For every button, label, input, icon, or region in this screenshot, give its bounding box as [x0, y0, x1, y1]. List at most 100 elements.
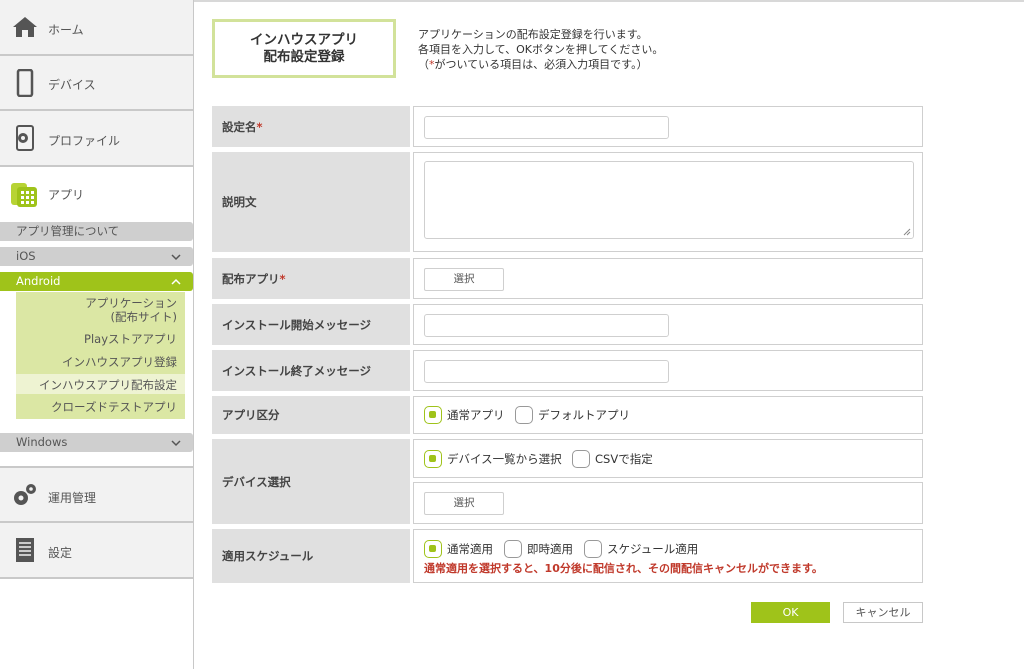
device-select-label: デバイス選択	[212, 439, 410, 524]
device-from-list-option[interactable]: デバイス一覧から選択	[424, 450, 562, 468]
sidebar-item-label: 運用管理	[48, 491, 97, 505]
submenu-item-inhouse-register[interactable]: インハウスアプリ登録	[62, 355, 177, 369]
sidebar-item-home[interactable]: ホーム	[0, 0, 193, 56]
page-title-line1: インハウスアプリ	[250, 31, 358, 48]
setting-name-label: 設定名 *	[212, 106, 410, 147]
android-submenu: アプリケーション (配布サイト) Playストアアプリ インハウスアプリ登録 イ…	[16, 292, 185, 419]
sidebar-item-app[interactable]: アプリ	[0, 167, 193, 220]
submenu-item-closed-test[interactable]: クローズドテストアプリ	[51, 400, 177, 414]
sidebar-item-label: ホーム	[48, 23, 84, 37]
option-label: スケジュール適用	[607, 542, 699, 556]
page-title-line2: 配布設定登録	[263, 48, 345, 65]
chevron-down-icon	[171, 440, 181, 447]
sidebar-item-label: アプリ	[48, 188, 85, 202]
row-device-select: デバイス選択 デバイス一覧から選択 CSVで指定 選択	[212, 439, 923, 524]
checkbox-unchecked[interactable]	[515, 406, 533, 424]
app-type-label: アプリ区分	[212, 396, 410, 434]
chevron-up-icon	[171, 278, 181, 285]
app-type-default-option[interactable]: デフォルトアプリ	[515, 406, 630, 424]
install-end-input[interactable]	[424, 360, 669, 383]
label-text: 配布アプリ	[222, 271, 280, 286]
label-text: デバイス選択	[222, 474, 291, 489]
dist-app-label: 配布アプリ *	[212, 258, 410, 299]
sidebar-about-link[interactable]: アプリ管理について	[0, 222, 193, 241]
profile-gear-icon	[12, 125, 38, 151]
schedule-normal-option[interactable]: 通常適用	[424, 540, 493, 558]
app-type-normal-option[interactable]: 通常アプリ	[424, 406, 505, 424]
checkbox-unchecked[interactable]	[584, 540, 602, 558]
sidebar-item-profile[interactable]: プロファイル	[0, 111, 193, 167]
device-csv-option[interactable]: CSVで指定	[572, 450, 653, 468]
schedule-scheduled-option[interactable]: スケジュール適用	[584, 540, 698, 558]
checkbox-unchecked[interactable]	[504, 540, 522, 558]
checkbox-checked[interactable]	[424, 540, 442, 558]
setting-name-cell	[413, 106, 923, 147]
row-description: 説明文	[212, 152, 923, 252]
description-note: がついている項目は、必須入力項目です。）	[434, 58, 648, 71]
label-text: 設定名	[222, 119, 257, 134]
install-end-cell	[413, 350, 923, 391]
document-list-icon	[12, 537, 38, 563]
select-app-button[interactable]: 選択	[424, 268, 504, 291]
device-select-mode-cell: デバイス一覧から選択 CSVで指定	[413, 439, 923, 478]
schedule-warning: 通常適用を選択すると、10分後に配信され、その間配信キャンセルができます。	[424, 562, 823, 575]
sidebar-item-label: デバイス	[48, 78, 96, 92]
row-install-start: インストール開始メッセージ	[212, 304, 923, 345]
description-line2: 各項目を入力して、OKボタンを押してください。	[418, 43, 664, 56]
app-grid-icon	[10, 181, 40, 209]
label-text: 説明文	[222, 195, 257, 209]
sidebar-item-operations[interactable]: 運用管理	[0, 466, 193, 523]
dist-app-cell: 選択	[413, 258, 923, 299]
paren-open: （	[418, 58, 429, 71]
option-label: CSVで指定	[595, 452, 653, 466]
row-setting-name: 設定名 *	[212, 106, 923, 147]
label-text: インストール開始メッセージ	[222, 317, 372, 332]
sidebar-ios-toggle[interactable]: iOS	[0, 247, 193, 266]
schedule-immediate-option[interactable]: 即時適用	[504, 540, 573, 558]
label-text: 適用スケジュール	[222, 549, 314, 563]
sidebar-item-device[interactable]: デバイス	[0, 56, 193, 111]
page-description: アプリケーションの配布設定登録を行います。 各項目を入力して、OKボタンを押して…	[418, 27, 663, 72]
ok-button[interactable]: OK	[751, 602, 830, 623]
home-icon	[12, 14, 38, 40]
install-start-label: インストール開始メッセージ	[212, 304, 410, 345]
gears-icon	[12, 482, 38, 508]
install-start-input[interactable]	[424, 314, 669, 337]
cancel-button[interactable]: キャンセル	[843, 602, 923, 623]
schedule-label: 適用スケジュール	[212, 529, 410, 583]
description-textarea[interactable]	[424, 161, 914, 239]
checkbox-checked[interactable]	[424, 406, 442, 424]
sidebar-android-toggle[interactable]: Android	[0, 272, 193, 291]
checkbox-unchecked[interactable]	[572, 450, 590, 468]
option-label: 通常適用	[447, 542, 493, 556]
label-text: インストール終了メッセージ	[222, 363, 372, 378]
row-dist-app: 配布アプリ * 選択	[212, 258, 923, 299]
option-label: 通常アプリ	[447, 408, 505, 422]
sidebar-item-settings[interactable]: 設定	[0, 523, 193, 579]
smartphone-icon	[12, 69, 38, 97]
schedule-cell: 通常適用 即時適用 スケジュール適用 通常適用を選択すると、10分後に配信され、…	[413, 529, 923, 583]
description-line1: アプリケーションの配布設定登録を行います。	[418, 28, 648, 41]
select-device-button[interactable]: 選択	[424, 492, 504, 515]
option-label: デフォルトアプリ	[538, 408, 630, 422]
windows-label: Windows	[16, 435, 68, 449]
description-cell	[413, 152, 923, 252]
resize-grip-icon[interactable]	[903, 228, 911, 236]
sidebar-item-label: プロファイル	[48, 134, 121, 148]
sidebar-windows-toggle[interactable]: Windows	[0, 433, 193, 452]
app-type-cell: 通常アプリ デフォルトアプリ	[413, 396, 923, 434]
checkbox-checked[interactable]	[424, 450, 442, 468]
required-mark: *	[279, 271, 286, 286]
setting-name-input[interactable]	[424, 116, 669, 139]
install-start-cell	[413, 304, 923, 345]
top-divider	[193, 0, 1024, 2]
option-label: デバイス一覧から選択	[447, 452, 562, 466]
sidebar-item-label: 設定	[48, 546, 73, 560]
chevron-down-icon	[171, 254, 181, 261]
option-label: 即時適用	[527, 542, 573, 556]
submenu-item-app-dist-site[interactable]: アプリケーション (配布サイト)	[85, 296, 177, 324]
submenu-item-inhouse-dist[interactable]: インハウスアプリ配布設定	[39, 378, 177, 392]
submenu-item-playstore[interactable]: Playストアアプリ	[84, 332, 177, 346]
row-schedule: 適用スケジュール 通常適用 即時適用 スケジュール適用 通常適用を選択すると、1…	[212, 529, 923, 583]
device-select-button-cell: 選択	[413, 482, 923, 524]
